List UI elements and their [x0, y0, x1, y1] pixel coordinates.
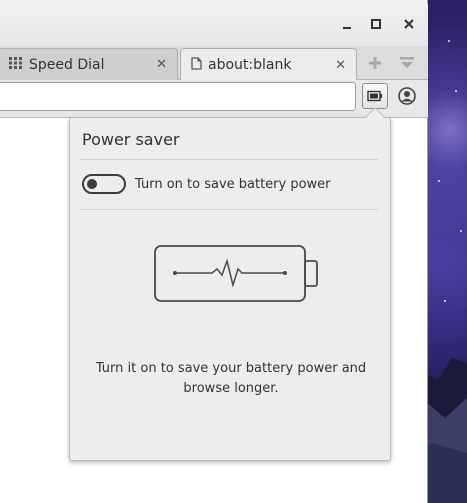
divider: [80, 209, 378, 210]
popup-title: Power saver: [82, 130, 180, 149]
battery-pulse-illustration-icon: [154, 245, 318, 302]
tab-speed-dial[interactable]: Speed Dial ✕: [0, 48, 178, 80]
divider: [80, 159, 378, 160]
tab-label: Speed Dial: [29, 56, 105, 73]
power-saver-button[interactable]: [362, 83, 388, 109]
star: [455, 90, 457, 92]
close-tab-icon[interactable]: ✕: [156, 57, 167, 72]
maximize-icon[interactable]: [369, 17, 383, 31]
title-bar: [0, 0, 428, 46]
battery-icon: [367, 90, 382, 102]
power-saver-popup: Power saver Turn on to save battery powe…: [69, 107, 391, 461]
toggle-label: Turn on to save battery power: [135, 177, 331, 192]
close-window-icon[interactable]: [402, 17, 416, 31]
toolbar: [0, 80, 428, 118]
speed-dial-grid-icon: [9, 56, 23, 73]
popup-description: Turn it on to save your battery power an…: [95, 361, 367, 396]
star: [444, 300, 446, 302]
tab-menu-icon[interactable]: [396, 52, 418, 74]
star: [460, 230, 462, 232]
browser-window: Speed Dial ✕ about:blank ✕ Power saver T…: [0, 0, 428, 503]
account-button[interactable]: [394, 83, 420, 109]
toggle-knob: [87, 179, 97, 189]
tab-about-blank[interactable]: about:blank ✕: [180, 48, 357, 81]
close-tab-icon[interactable]: ✕: [335, 58, 346, 73]
star: [448, 40, 450, 42]
user-icon: [398, 87, 416, 105]
page-icon: [191, 56, 202, 74]
minimize-icon[interactable]: [340, 17, 354, 31]
new-tab-plus-icon[interactable]: [364, 52, 386, 74]
url-input[interactable]: [0, 82, 356, 111]
tab-bar: Speed Dial ✕ about:blank ✕: [0, 46, 428, 81]
power-saver-toggle[interactable]: [82, 174, 126, 194]
star: [438, 180, 440, 182]
tab-label: about:blank: [208, 57, 292, 73]
